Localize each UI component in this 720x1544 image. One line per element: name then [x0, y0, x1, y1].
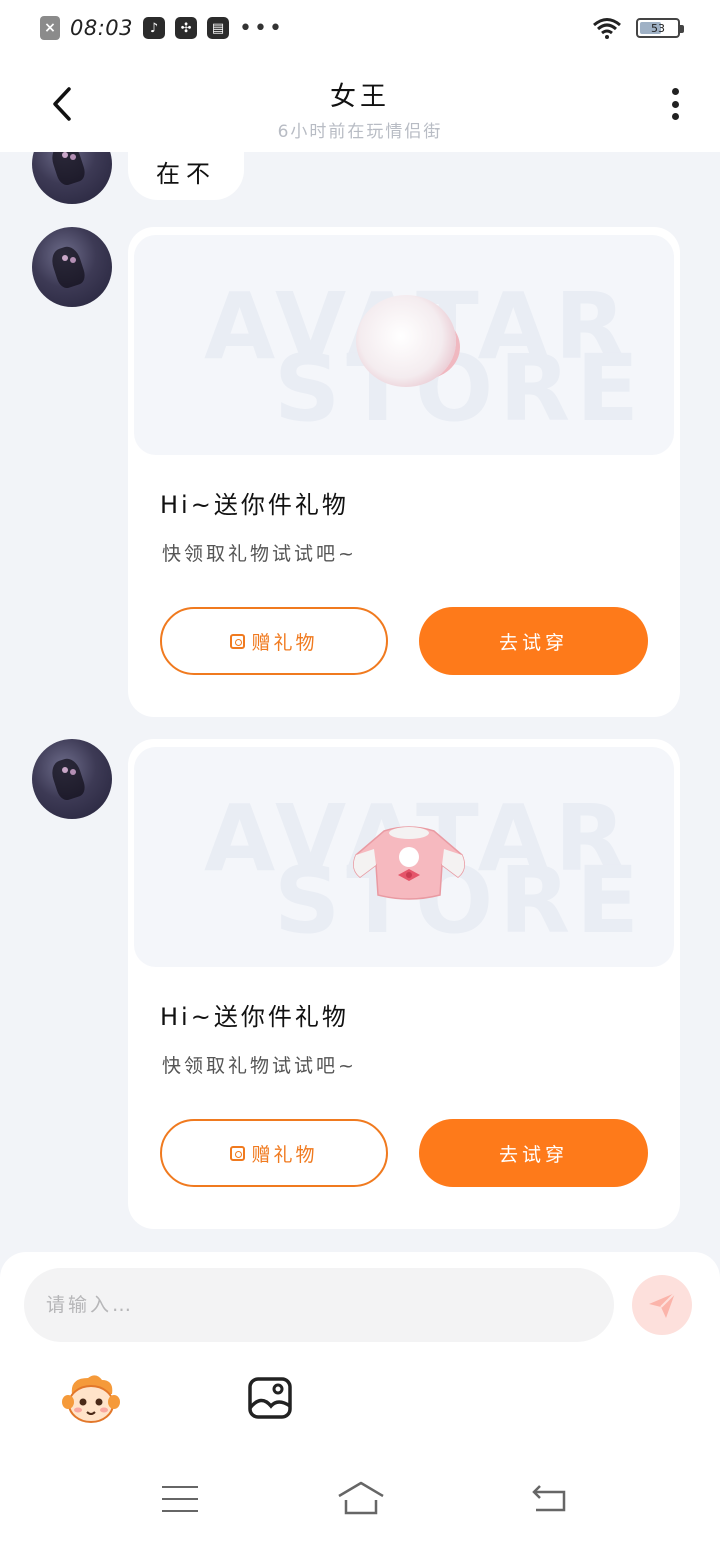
title-wrap: 女王 6小时前在玩情侣街: [0, 76, 720, 142]
wifi-icon: [593, 18, 621, 39]
gift-subtitle: 快领取礼物试试吧~: [162, 543, 357, 565]
more-vertical-icon: [671, 88, 679, 95]
more-options-button[interactable]: [660, 84, 690, 124]
try-on-button[interactable]: 去试穿: [419, 607, 648, 675]
pink-sweater-image: [353, 826, 465, 900]
page-title: 女王: [329, 82, 390, 112]
gift-card: AVATAR STORE Hi~送你件礼物 快领取礼物试试吧~ 赠礼物 去试穿: [128, 739, 680, 1229]
status-left: × 08:03 ♪ ✣ ▤ •••: [40, 16, 284, 41]
gift-subtitle: 快领取礼物试试吧~: [162, 1055, 357, 1077]
fur-pompom-image: [356, 295, 456, 387]
send-gift-button[interactable]: 赠礼物: [160, 1119, 388, 1187]
send-gift-label: 赠礼物: [251, 1143, 318, 1166]
message-list[interactable]: 在不 AVATAR STORE Hi~送你件礼物 快领取礼物试试吧~ 赠礼物 去…: [0, 152, 720, 1252]
paper-plane-icon: [649, 1292, 676, 1318]
system-nav-bar: [0, 1452, 720, 1544]
mascot-face-icon[interactable]: [62, 1374, 120, 1424]
gift-icon: [230, 633, 246, 649]
watermark-store: STORE: [274, 335, 645, 442]
home-icon[interactable]: [336, 1480, 386, 1516]
send-gift-button[interactable]: 赠礼物: [160, 607, 388, 675]
menu-icon[interactable]: [162, 1486, 198, 1512]
try-on-button[interactable]: 去试穿: [419, 1119, 648, 1187]
status-right: 53: [592, 17, 684, 39]
wallet-icon: ▤: [207, 17, 230, 39]
chat-header: 女王 6小时前在玩情侣街: [0, 56, 720, 152]
sender-avatar[interactable]: [32, 152, 112, 204]
return-icon[interactable]: [530, 1484, 568, 1514]
status-bar: × 08:03 ♪ ✣ ▤ ••• 53: [0, 0, 720, 56]
pinwheel-icon: ✣: [175, 17, 198, 39]
status-time: 08:03: [70, 16, 134, 40]
gift-item-image[interactable]: AVATAR STORE: [134, 235, 674, 455]
sender-avatar[interactable]: [32, 227, 112, 307]
gift-title: Hi~送你件礼物: [160, 491, 349, 519]
close-notification-icon: ×: [40, 16, 60, 40]
send-gift-label: 赠礼物: [251, 631, 318, 654]
image-icon[interactable]: [247, 1376, 293, 1420]
gift-item-image[interactable]: AVATAR STORE: [134, 747, 674, 967]
gift-card: AVATAR STORE Hi~送你件礼物 快领取礼物试试吧~ 赠礼物 去试穿: [128, 227, 680, 717]
battery-icon: 53: [636, 18, 684, 38]
send-button[interactable]: [632, 1275, 692, 1335]
gift-title: Hi~送你件礼物: [160, 1003, 349, 1031]
more-notifications-icon: •••: [239, 15, 284, 41]
gift-icon: [230, 1145, 246, 1161]
sender-avatar[interactable]: [32, 739, 112, 819]
text-message-bubble[interactable]: 在不: [128, 152, 244, 200]
battery-level: 53: [651, 21, 665, 35]
message-input[interactable]: [24, 1268, 614, 1342]
tiktok-icon: ♪: [143, 17, 166, 39]
online-status: 6小时前在玩情侣街: [277, 122, 443, 142]
composer: [0, 1252, 720, 1452]
